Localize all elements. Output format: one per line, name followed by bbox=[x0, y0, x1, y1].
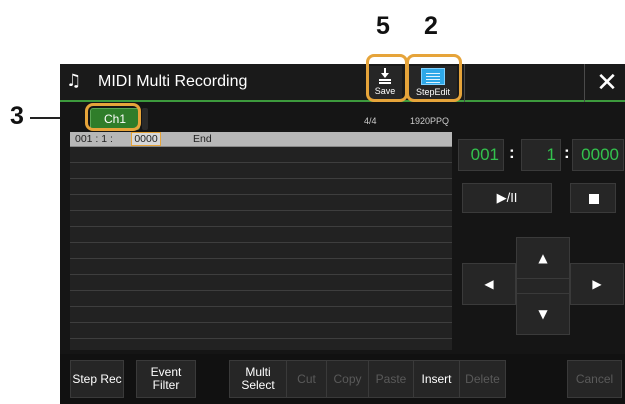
stop-button[interactable] bbox=[570, 183, 616, 213]
stop-icon bbox=[589, 194, 599, 204]
channel-tab-edge bbox=[142, 108, 148, 130]
position-separator: : bbox=[509, 143, 515, 162]
play-pause-button[interactable]: ▶/II bbox=[462, 183, 552, 213]
empty-event-row bbox=[70, 164, 452, 179]
resolution: 1920PPQ bbox=[410, 116, 450, 126]
callout-3: 3 bbox=[10, 102, 24, 130]
step-edit-highlight bbox=[406, 54, 462, 102]
window-title: MIDI Multi Recording bbox=[98, 73, 248, 90]
music-notes-icon: ♫ bbox=[66, 71, 82, 91]
callout-5: 5 bbox=[376, 12, 390, 40]
event-position-cursor[interactable]: 0000 bbox=[131, 132, 161, 146]
cursor-right-button[interactable]: ▶ bbox=[570, 263, 624, 305]
event-position: 001 : 1 : bbox=[75, 133, 113, 145]
cancel-button[interactable]: Cancel bbox=[567, 360, 622, 398]
midi-multi-recording-screen: ♫ MIDI Multi Recording Save StepEdit ✕ C… bbox=[60, 64, 625, 404]
cursor-down-button[interactable]: ▼ bbox=[516, 293, 570, 335]
empty-event-row bbox=[70, 196, 452, 211]
empty-event-row bbox=[70, 324, 452, 339]
empty-event-row bbox=[70, 260, 452, 275]
cursor-left-button[interactable]: ◀ bbox=[462, 263, 516, 305]
empty-event-row bbox=[70, 244, 452, 259]
cursor-pad-center bbox=[516, 279, 570, 293]
measure-field[interactable]: 001 bbox=[458, 139, 504, 171]
time-signature: 4/4 bbox=[364, 116, 377, 126]
empty-event-row bbox=[70, 212, 452, 227]
callout-2: 2 bbox=[424, 12, 438, 40]
empty-event-row bbox=[70, 276, 452, 291]
event-list[interactable]: 001 : 1 : 0000 End bbox=[70, 132, 452, 350]
clock-field[interactable]: 0000 bbox=[572, 139, 624, 171]
delete-button[interactable]: Delete bbox=[460, 360, 506, 398]
channel-tab-highlight bbox=[85, 103, 141, 131]
copy-button[interactable]: Copy bbox=[327, 360, 369, 398]
event-row-end[interactable]: 001 : 1 : 0000 End bbox=[70, 132, 452, 147]
empty-event-row bbox=[70, 308, 452, 323]
empty-event-row bbox=[70, 180, 452, 195]
empty-event-row bbox=[70, 292, 452, 307]
position-separator: : bbox=[564, 143, 570, 162]
beat-field[interactable]: 1 bbox=[521, 139, 561, 171]
toolbar-divider bbox=[464, 64, 465, 102]
paste-button[interactable]: Paste bbox=[369, 360, 414, 398]
close-button[interactable]: ✕ bbox=[592, 68, 622, 98]
step-rec-button[interactable]: Step Rec bbox=[70, 360, 124, 398]
toolbar-divider bbox=[584, 64, 585, 102]
title-bar: ♫ MIDI Multi Recording Save StepEdit ✕ bbox=[60, 64, 625, 102]
event-name: End bbox=[193, 133, 212, 145]
event-filter-button[interactable]: Event Filter bbox=[136, 360, 196, 398]
empty-event-row bbox=[70, 148, 452, 163]
cursor-up-button[interactable]: ▲ bbox=[516, 237, 570, 279]
cut-button[interactable]: Cut bbox=[287, 360, 327, 398]
empty-event-row bbox=[70, 228, 452, 243]
insert-button[interactable]: Insert bbox=[414, 360, 460, 398]
multi-select-button[interactable]: Multi Select bbox=[229, 360, 287, 398]
save-highlight bbox=[366, 54, 408, 102]
